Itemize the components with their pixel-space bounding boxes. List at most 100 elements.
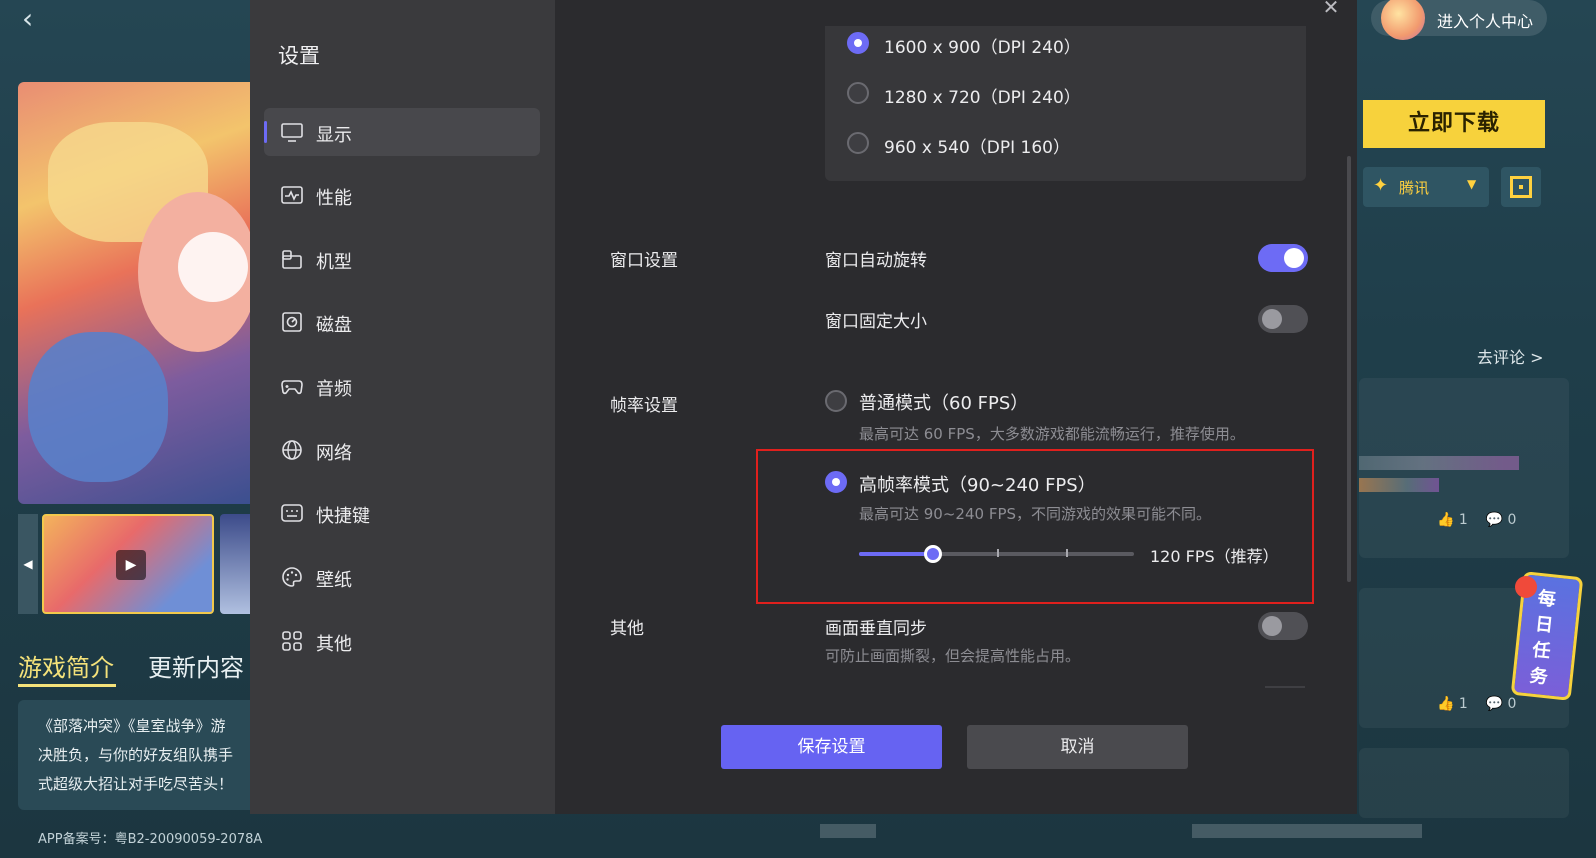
like-count: 1 (1458, 696, 1468, 712)
gamepad-icon (280, 375, 304, 397)
sidebar-item-label: 机型 (316, 252, 352, 273)
comment-card[interactable] (1359, 378, 1569, 558)
comment-count: 0 (1507, 512, 1517, 528)
resolution-label: 1600 x 900（DPI 240） (884, 38, 1081, 58)
sidebar-item-label: 性能 (316, 188, 352, 209)
like-count: 1 (1458, 512, 1468, 528)
radio-button[interactable] (847, 82, 869, 104)
radio-button[interactable] (847, 32, 869, 54)
cancel-button[interactable]: 取消 (967, 725, 1188, 769)
high-fps-mode-option[interactable] (825, 471, 849, 495)
performance-icon (280, 184, 304, 206)
blurred-text (820, 824, 876, 838)
resolution-label: 960 x 540（DPI 160） (884, 138, 1070, 158)
monitor-icon (280, 121, 304, 143)
slider-fill (859, 552, 933, 556)
vsync-toggle[interactable] (1258, 612, 1308, 640)
dialog-title: 设置 (278, 44, 320, 68)
sidebar-item-label: 快捷键 (316, 506, 370, 527)
resolution-options: 1600 x 900（DPI 240） 1280 x 720（DPI 240） … (825, 26, 1306, 181)
notification-dot (1515, 576, 1537, 598)
grid-icon (280, 630, 304, 652)
resolution-label: 1280 x 720（DPI 240） (884, 88, 1081, 108)
vsync-label: 画面垂直同步 (825, 619, 927, 639)
play-icon[interactable]: ▶ (116, 550, 146, 580)
sidebar-item-network[interactable]: 网络 (264, 426, 540, 474)
sidebar-item-label: 网络 (316, 443, 352, 464)
radio-button[interactable] (825, 471, 847, 493)
sidebar-item-performance[interactable]: 性能 (264, 171, 540, 219)
sidebar-item-label: 其他 (316, 634, 352, 655)
resolution-option[interactable]: 1280 x 720（DPI 240） (847, 80, 1207, 108)
go-comment-link[interactable]: 去评论 > (1477, 344, 1544, 368)
thumbs-up-icon[interactable]: 👍 (1437, 696, 1454, 712)
intro-line: 决胜负，与你的好友组队携手 (38, 746, 234, 764)
game-hero-image (18, 82, 258, 504)
sidebar-item-shortcuts[interactable]: 快捷键 (264, 489, 540, 537)
tab-active-underline (18, 684, 116, 687)
back-arrow-icon[interactable]: ‹ (22, 4, 52, 34)
user-center-button[interactable]: 进入个人中心 (1371, 0, 1547, 40)
daily-task-label: 每日任务 (1528, 587, 1557, 689)
user-center-label: 进入个人中心 (1437, 12, 1534, 31)
comment-count: 0 (1507, 696, 1517, 712)
resolution-option[interactable]: 1600 x 900（DPI 240） (847, 30, 1207, 58)
channel-select[interactable]: ✦ 腾讯 ▼ (1363, 167, 1489, 207)
channel-label: 腾讯 (1399, 179, 1430, 197)
palette-icon (280, 566, 304, 588)
settings-dialog: 设置 显示 性能 机型 磁盘 音频 网络 快捷键 壁纸 其他 ✕ 1600 x … (250, 0, 1357, 814)
video-thumbnail[interactable]: ▶ (42, 514, 214, 614)
media-thumbnails: ◀ ▶ (18, 514, 258, 614)
settings-content: ✕ 1600 x 900（DPI 240） 1280 x 720（DPI 240… (555, 0, 1357, 814)
sidebar-item-label: 音频 (316, 379, 352, 400)
divider (1265, 686, 1305, 688)
fps-value-label: 120 FPS（推荐） (1150, 547, 1279, 566)
normal-mode-option[interactable] (825, 390, 849, 414)
device-model-icon (280, 248, 304, 270)
download-button[interactable]: 立即下载 (1363, 100, 1545, 148)
scrollbar[interactable] (1347, 156, 1351, 582)
radio-button[interactable] (825, 390, 847, 412)
comment-reactions: 👍 1 💬 0 (1437, 512, 1516, 528)
radio-button[interactable] (847, 132, 869, 154)
close-icon[interactable]: ✕ (1319, 0, 1343, 17)
thumbs-up-icon[interactable]: 👍 (1437, 512, 1454, 528)
comment-icon[interactable]: 💬 (1486, 696, 1503, 712)
qr-code-icon (1510, 176, 1532, 198)
sidebar-item-label: 磁盘 (316, 315, 352, 336)
intro-line: 式超级大招让对手吃尽苦头！ (38, 775, 234, 793)
qr-code-button[interactable] (1501, 167, 1541, 207)
fps-slider[interactable] (859, 544, 1134, 564)
sidebar-item-other[interactable]: 其他 (264, 617, 540, 665)
tencent-logo-icon: ✦ (1373, 175, 1389, 196)
resolution-option[interactable]: 960 x 540（DPI 160） (847, 130, 1207, 158)
thumb-prev-icon[interactable]: ◀ (18, 514, 38, 614)
sidebar-item-wallpaper[interactable]: 壁纸 (264, 553, 540, 601)
slider-tick (997, 549, 999, 557)
sidebar-item-display[interactable]: 显示 (264, 108, 540, 156)
sidebar-item-device-model[interactable]: 机型 (264, 235, 540, 283)
disk-icon (280, 311, 304, 333)
normal-mode-title: 普通模式（60 FPS） (859, 393, 1029, 414)
avatar (1381, 0, 1425, 40)
comment-reactions: 👍 1 💬 0 (1437, 696, 1516, 712)
save-settings-button[interactable]: 保存设置 (721, 725, 942, 769)
sidebar-item-audio[interactable]: 音频 (264, 362, 540, 410)
fixed-size-label: 窗口固定大小 (825, 312, 927, 332)
auto-rotate-toggle[interactable] (1258, 244, 1308, 272)
globe-icon (280, 439, 304, 461)
chevron-down-icon: ▼ (1467, 177, 1477, 191)
fixed-size-toggle[interactable] (1258, 305, 1308, 333)
slider-tick (1066, 549, 1068, 557)
icp-record: APP备案号：粤B2-20090059-2078A (38, 832, 263, 847)
comment-icon[interactable]: 💬 (1486, 512, 1503, 528)
slider-thumb[interactable] (924, 545, 942, 563)
tab-game-intro[interactable]: 游戏简介 (18, 648, 118, 683)
window-settings-heading: 窗口设置 (610, 251, 678, 271)
keyboard-icon (280, 502, 304, 524)
auto-rotate-label: 窗口自动旋转 (825, 251, 927, 271)
comment-card[interactable] (1359, 748, 1569, 818)
game-intro-text: 《部落冲突》《皇室战争》游 决胜负，与你的好友组队携手 式超级大招让对手吃尽苦头… (18, 700, 258, 810)
sidebar-item-disk[interactable]: 磁盘 (264, 298, 540, 346)
intro-line: 《部落冲突》《皇室战争》游 (38, 717, 226, 735)
